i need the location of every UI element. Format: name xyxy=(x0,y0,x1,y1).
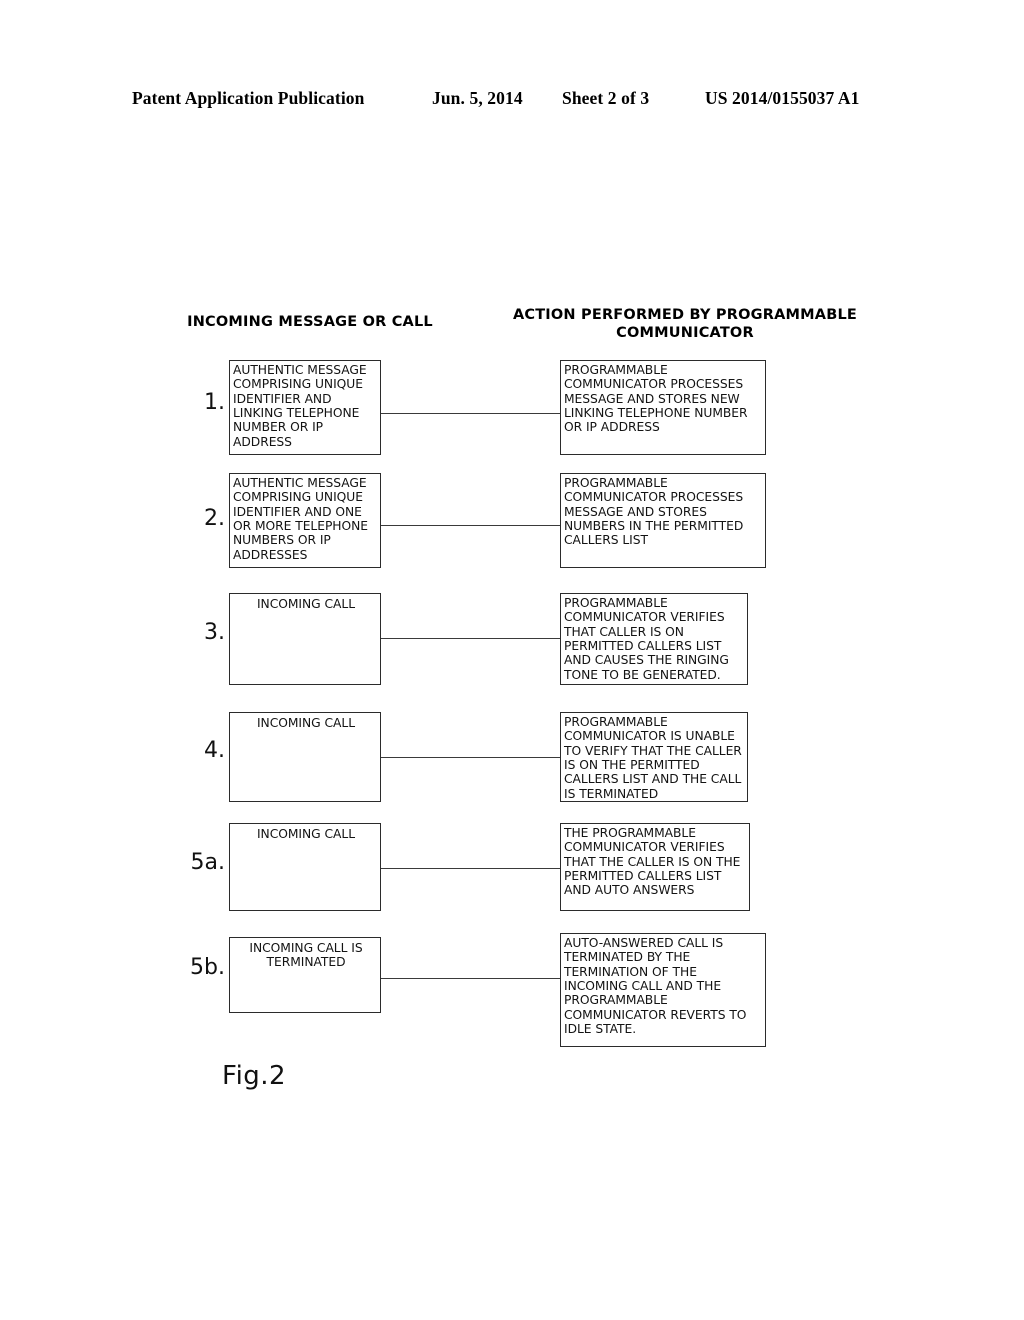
action-box-5a: THE PROGRAMMABLE COMMUNICATOR VERIFIES T… xyxy=(560,823,750,911)
action-box-5b: AUTO-ANSWERED CALL IS TERMINATED BY THE … xyxy=(560,933,766,1047)
connector-line-4 xyxy=(380,757,560,758)
incoming-box-1: AUTHENTIC MESSAGE COMPRISING UNIQUE IDEN… xyxy=(229,360,381,455)
connector-line-5b xyxy=(380,978,560,979)
row-number-2: 2. xyxy=(204,506,225,531)
action-box-3: PROGRAMMABLE COMMUNICATOR VERIFIES THAT … xyxy=(560,593,748,685)
connector-line-2 xyxy=(380,525,560,526)
row-number-1: 1. xyxy=(204,390,225,415)
connector-line-3 xyxy=(380,638,560,639)
flow-diagram: 1. AUTHENTIC MESSAGE COMPRISING UNIQUE I… xyxy=(0,0,1024,1320)
row-number-5b: 5b. xyxy=(190,955,225,980)
incoming-box-5a: INCOMING CALL xyxy=(229,823,381,911)
connector-line-5a xyxy=(380,868,560,869)
connector-line-1 xyxy=(380,413,560,414)
action-box-2: PROGRAMMABLE COMMUNICATOR PROCESSES MESS… xyxy=(560,473,766,568)
incoming-box-5b: INCOMING CALL IS TERMINATED xyxy=(229,937,381,1013)
action-box-1: PROGRAMMABLE COMMUNICATOR PROCESSES MESS… xyxy=(560,360,766,455)
action-box-4: PROGRAMMABLE COMMUNICATOR IS UNABLE TO V… xyxy=(560,712,748,802)
row-number-4: 4. xyxy=(204,738,225,763)
row-number-5a: 5a. xyxy=(190,850,225,875)
row-number-3: 3. xyxy=(204,620,225,645)
incoming-box-4: INCOMING CALL xyxy=(229,712,381,802)
incoming-box-2: AUTHENTIC MESSAGE COMPRISING UNIQUE IDEN… xyxy=(229,473,381,568)
incoming-box-3: INCOMING CALL xyxy=(229,593,381,685)
figure-label: Fig.2 xyxy=(222,1061,287,1091)
